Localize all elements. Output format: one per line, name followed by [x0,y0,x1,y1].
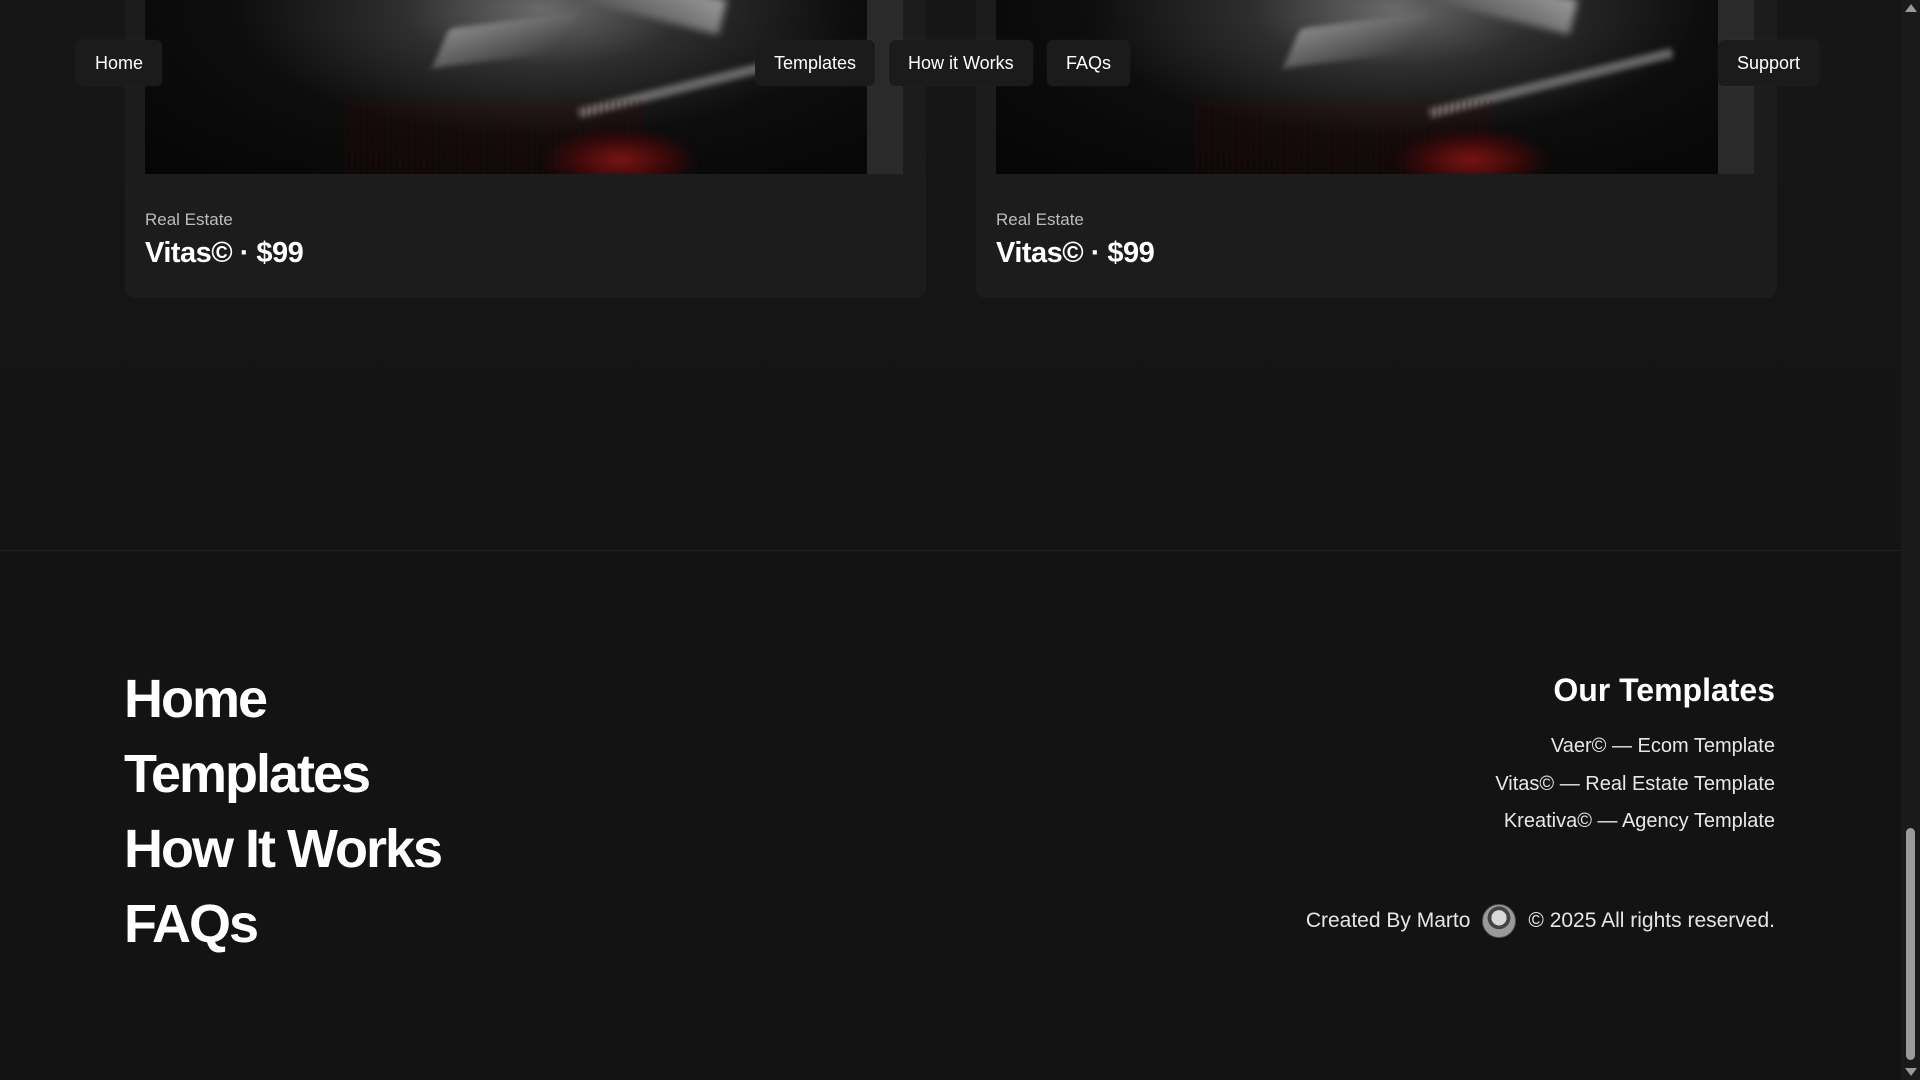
footer: Home Templates How It Works FAQs Our Tem… [0,552,1901,1080]
template-link-vaer[interactable]: Vaer© — Ecom Template [1495,728,1775,766]
template-list: Vaer© — Ecom Template Vitas© — Real Esta… [1495,728,1775,841]
nav-faqs-button[interactable]: FAQs [1047,40,1131,86]
scroll-down-arrow-icon[interactable] [1905,1068,1917,1076]
card-category: Real Estate [145,210,233,229]
scroll-thumb[interactable] [1906,828,1915,1060]
footer-credits: Created By Marto © 2025 All rights reser… [1306,904,1775,938]
nav-home-button[interactable]: Home [76,40,163,86]
footer-link-home[interactable]: Home [124,662,441,737]
created-by-text: Created By Marto [1305,909,1471,932]
avatar [1482,904,1517,938]
footer-link-faqs[interactable]: FAQs [124,887,441,962]
scroll-up-arrow-icon[interactable] [1905,4,1917,12]
card-category: Real Estate [996,210,1084,229]
card-image-edge [1718,0,1754,174]
footer-link-templates[interactable]: Templates [124,737,441,812]
card-title[interactable]: Vitas© · $99 [145,237,304,270]
vertical-scrollbar[interactable] [1901,0,1920,1080]
footer-nav: Home Templates How It Works FAQs [124,662,443,962]
template-link-kreativa[interactable]: Kreativa© — Agency Template [1495,803,1775,841]
nav-support-button[interactable]: Support [1718,40,1820,86]
page: Real Estate Vitas© · $99 Real Estate Vit… [0,0,1920,1080]
our-templates-heading: Our Templates [1553,672,1775,708]
template-preview-image [145,0,867,174]
template-preview-image [996,0,1718,174]
nav-how-it-works-button[interactable]: How it Works [889,40,1033,86]
nav-templates-button[interactable]: Templates [755,40,876,86]
copyright-text: © 2025 All rights reserved. [1528,909,1775,932]
footer-link-how-it-works[interactable]: How It Works [124,812,443,887]
card-image-edge [867,0,903,174]
template-link-vitas[interactable]: Vitas© — Real Estate Template [1495,766,1775,804]
card-title[interactable]: Vitas© · $99 [996,237,1155,270]
